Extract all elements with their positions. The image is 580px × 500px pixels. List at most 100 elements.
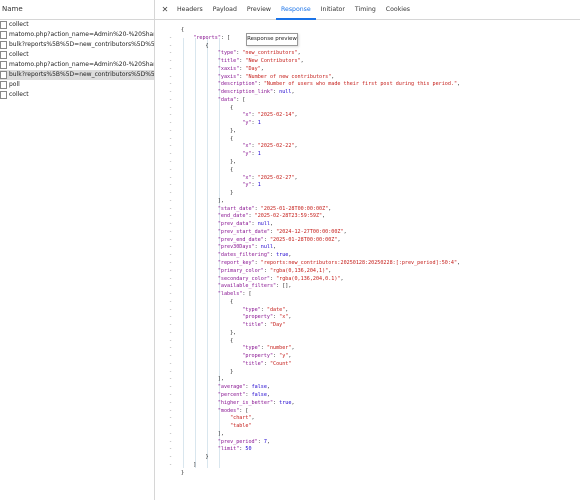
code-text: "higher_is_better": true, bbox=[217, 399, 295, 406]
request-row[interactable]: bulk?reports%5B%5D=new_contributors%5D%5… bbox=[0, 70, 154, 80]
request-row[interactable]: bulk?reports%5B%5D=new_contributors%5D%5… bbox=[0, 40, 154, 50]
request-name: poll bbox=[9, 81, 20, 88]
fold-marker[interactable]: - bbox=[169, 431, 175, 439]
name-column-header[interactable]: Name bbox=[0, 0, 154, 20]
code-text: "title": "New Contributors", bbox=[217, 58, 304, 65]
fold-marker[interactable]: - bbox=[169, 283, 175, 291]
tab-payload[interactable]: Payload bbox=[208, 0, 242, 19]
code-line: - "labels": [ bbox=[155, 291, 580, 299]
code-line: - "xaxis": "Day", bbox=[155, 66, 580, 74]
tab-cookies[interactable]: Cookies bbox=[381, 0, 415, 19]
code-line: - "prev_period": 7, bbox=[155, 439, 580, 447]
request-row[interactable]: matomo.php?action_name=Admin%20-%20Shark… bbox=[0, 30, 154, 40]
fold-marker[interactable]: - bbox=[169, 408, 175, 416]
fold-marker[interactable]: - bbox=[169, 353, 175, 361]
fold-marker[interactable]: - bbox=[169, 330, 175, 338]
code-text: }, bbox=[181, 127, 237, 134]
fold-marker[interactable]: - bbox=[169, 206, 175, 214]
request-row[interactable]: collect bbox=[0, 90, 154, 100]
code-text: "reports": [ bbox=[193, 34, 231, 41]
code-text: ], bbox=[181, 376, 224, 383]
fold-marker[interactable]: - bbox=[169, 415, 175, 423]
fold-marker[interactable]: - bbox=[169, 446, 175, 454]
fold-marker[interactable]: - bbox=[169, 299, 175, 307]
fold-marker[interactable]: - bbox=[169, 120, 175, 128]
fold-marker[interactable]: - bbox=[169, 454, 175, 462]
code-line: - "table" bbox=[155, 423, 580, 431]
fold-marker[interactable]: - bbox=[169, 105, 175, 113]
fold-marker[interactable]: - bbox=[169, 376, 175, 384]
fold-marker[interactable]: - bbox=[169, 198, 175, 206]
fold-marker[interactable]: - bbox=[169, 136, 175, 144]
fold-marker[interactable]: - bbox=[169, 244, 175, 252]
fold-marker[interactable]: - bbox=[169, 392, 175, 400]
code-text: { bbox=[181, 166, 234, 173]
fold-marker[interactable]: - bbox=[169, 322, 175, 330]
fold-marker[interactable]: - bbox=[169, 268, 175, 276]
fold-marker[interactable]: - bbox=[169, 400, 175, 408]
fold-marker[interactable]: - bbox=[169, 190, 175, 198]
fold-marker[interactable]: - bbox=[169, 89, 175, 97]
code-text: }, bbox=[181, 329, 237, 336]
fold-marker[interactable]: - bbox=[169, 175, 175, 183]
tab-preview[interactable]: Preview bbox=[242, 0, 276, 19]
request-row[interactable]: collect bbox=[0, 20, 154, 30]
fold-marker[interactable]: - bbox=[169, 384, 175, 392]
document-icon bbox=[0, 71, 7, 79]
fold-marker[interactable]: - bbox=[169, 345, 175, 353]
fold-marker[interactable]: - bbox=[169, 182, 175, 190]
code-line: - "percent": false, bbox=[155, 392, 580, 400]
code-text: ] bbox=[181, 461, 197, 468]
code-text: "percent": false, bbox=[217, 391, 270, 398]
request-name: matomo.php?action_name=Admin%20-%20Shark… bbox=[9, 61, 154, 68]
fold-marker[interactable]: - bbox=[169, 221, 175, 229]
fold-marker[interactable]: - bbox=[169, 213, 175, 221]
fold-marker[interactable]: - bbox=[169, 81, 175, 89]
fold-marker[interactable]: - bbox=[169, 252, 175, 260]
fold-marker[interactable]: - bbox=[169, 229, 175, 237]
code-text: "report_key": "reports:new_contributors:… bbox=[217, 259, 461, 266]
request-row[interactable]: poll bbox=[0, 80, 154, 90]
document-icon bbox=[0, 91, 7, 99]
fold-marker[interactable]: - bbox=[169, 291, 175, 299]
fold-marker[interactable]: - bbox=[169, 423, 175, 431]
request-row[interactable]: matomo.php?action_name=Admin%20-%20Shark… bbox=[0, 60, 154, 70]
tab-response[interactable]: Response bbox=[276, 0, 316, 20]
code-text: "x": "2025-02-27", bbox=[242, 174, 298, 181]
code-text: "type": "new_contributors", bbox=[217, 50, 301, 57]
fold-marker[interactable]: - bbox=[169, 276, 175, 284]
fold-marker[interactable]: - bbox=[169, 97, 175, 105]
fold-marker[interactable]: - bbox=[169, 74, 175, 82]
tab-initiator[interactable]: Initiator bbox=[316, 0, 350, 19]
fold-marker[interactable]: - bbox=[169, 151, 175, 159]
fold-marker[interactable]: - bbox=[169, 58, 175, 66]
fold-marker[interactable]: - bbox=[169, 439, 175, 447]
fold-marker[interactable]: - bbox=[169, 314, 175, 322]
fold-marker[interactable]: - bbox=[169, 237, 175, 245]
fold-marker[interactable]: - bbox=[169, 128, 175, 136]
fold-marker[interactable]: - bbox=[169, 43, 175, 51]
tab-timing[interactable]: Timing bbox=[350, 0, 381, 19]
code-line: - "start_date": "2025-01-28T00:00:00Z", bbox=[155, 206, 580, 214]
fold-marker[interactable]: - bbox=[169, 159, 175, 167]
tab-headers[interactable]: Headers bbox=[172, 0, 208, 19]
code-text: } bbox=[181, 190, 234, 197]
code-text: "prev_start_date": "2024-12-27T00:00:00Z… bbox=[217, 228, 347, 235]
fold-marker[interactable]: - bbox=[169, 307, 175, 315]
fold-marker[interactable]: - bbox=[169, 361, 175, 369]
fold-marker[interactable]: - bbox=[169, 167, 175, 175]
fold-marker[interactable]: - bbox=[169, 50, 175, 58]
fold-marker[interactable]: - bbox=[169, 369, 175, 377]
fold-marker[interactable]: - bbox=[169, 338, 175, 346]
fold-marker[interactable]: - bbox=[169, 35, 175, 43]
fold-marker[interactable]: - bbox=[169, 112, 175, 120]
request-row[interactable]: collect bbox=[0, 50, 154, 60]
fold-marker[interactable]: - bbox=[169, 260, 175, 268]
code-text: "average": false, bbox=[217, 384, 270, 391]
fold-marker[interactable]: - bbox=[169, 462, 175, 470]
fold-marker[interactable]: - bbox=[169, 66, 175, 74]
close-icon[interactable]: ✕ bbox=[158, 5, 172, 14]
code-text: ], bbox=[181, 430, 224, 437]
fold-marker[interactable]: - bbox=[169, 143, 175, 151]
code-text: "description": "Number of users who made… bbox=[217, 81, 461, 88]
